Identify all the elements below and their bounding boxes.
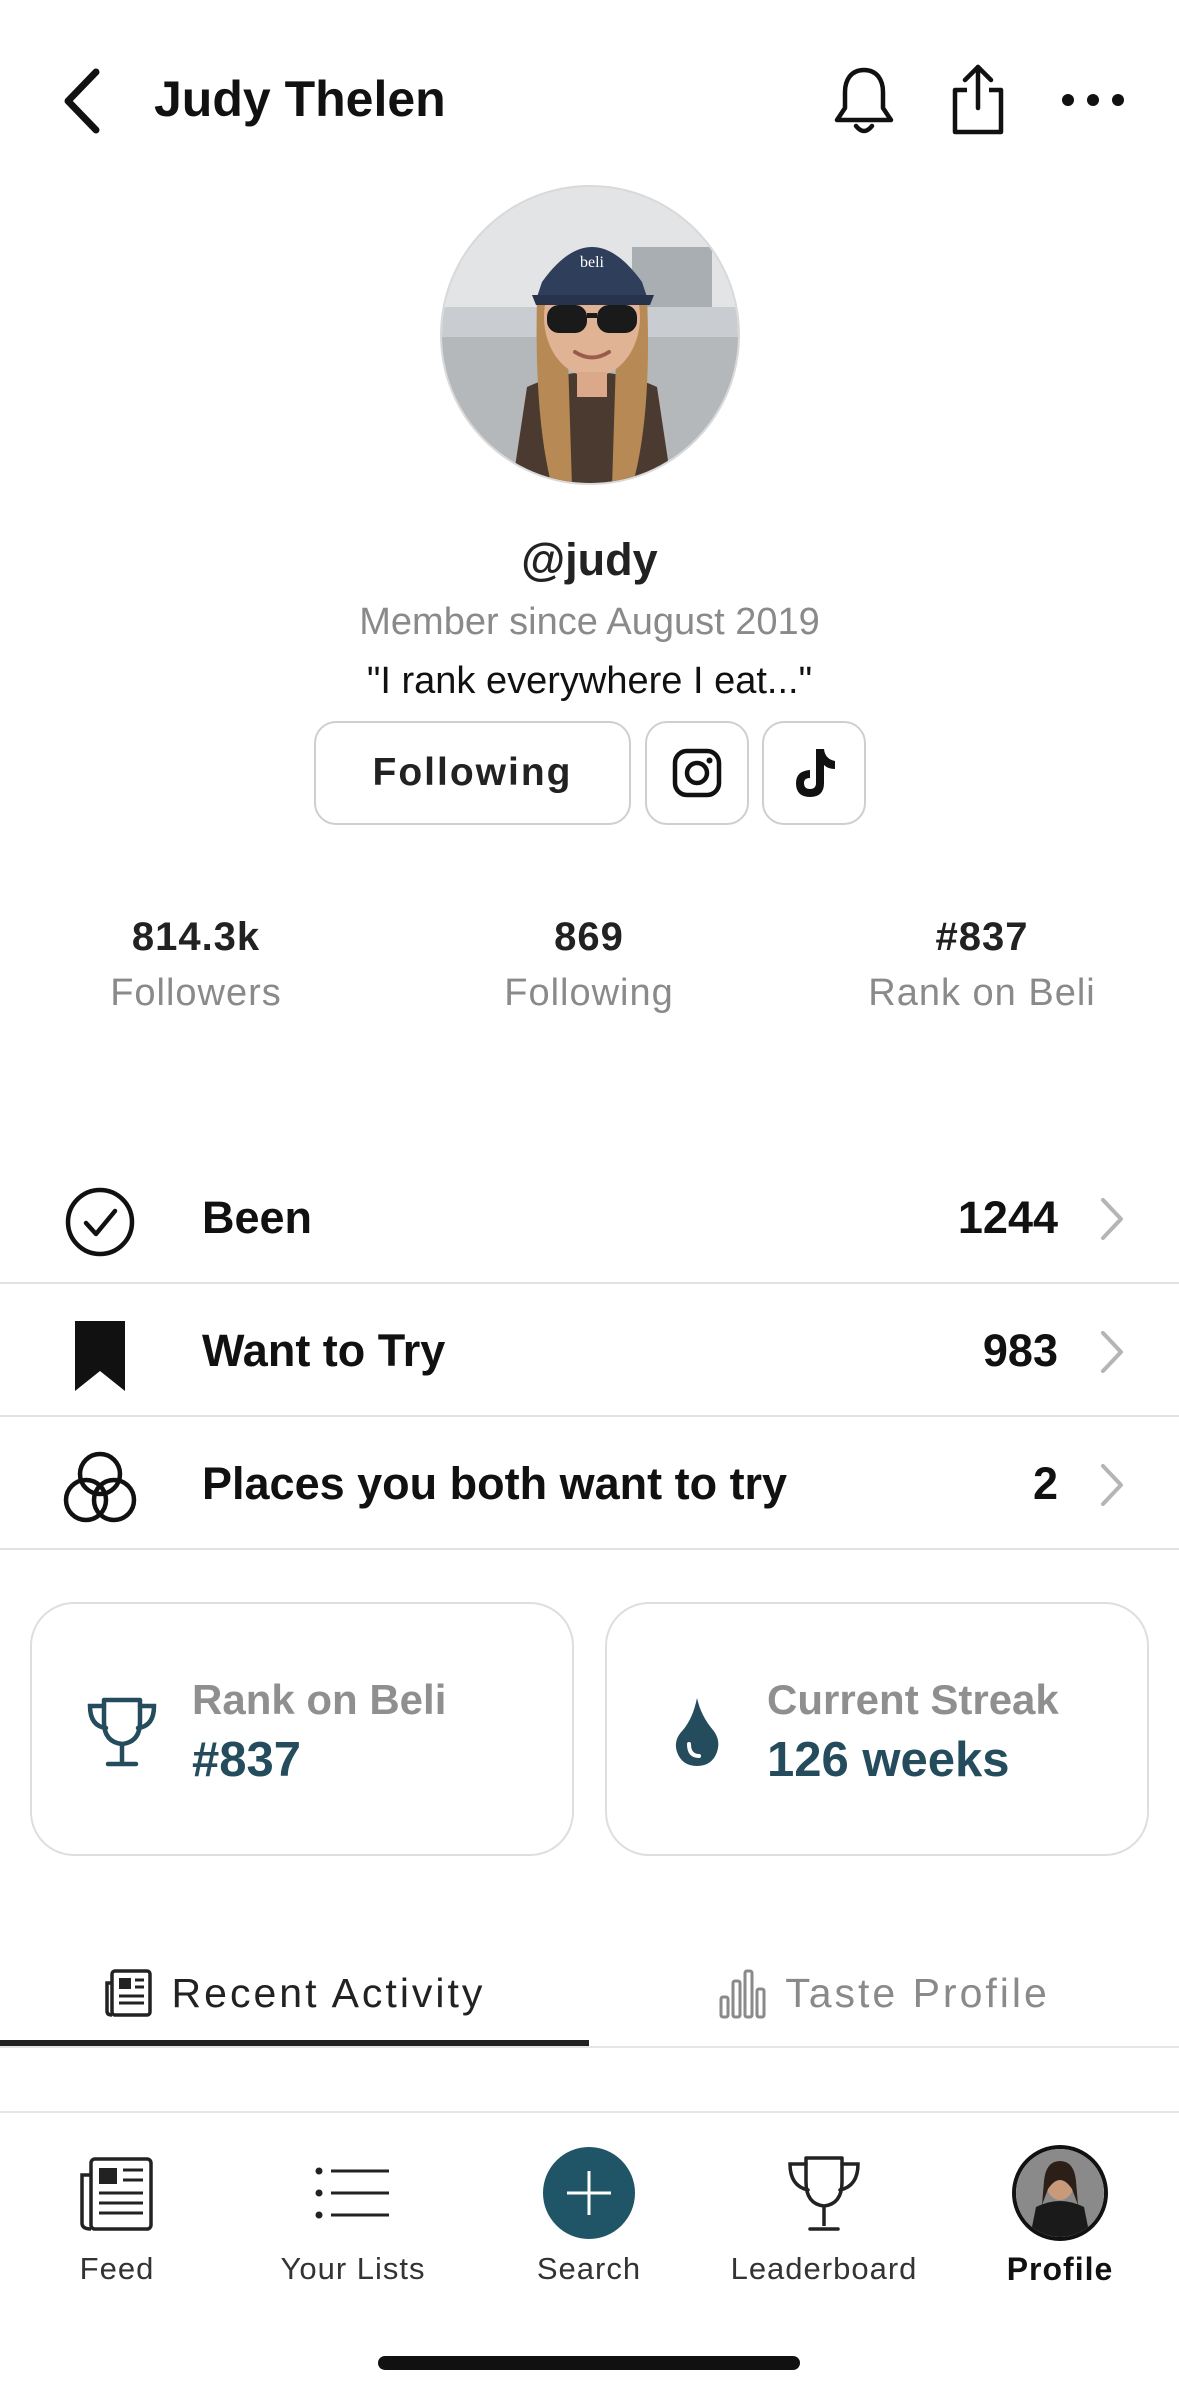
followers-count: 814.3k: [131, 915, 261, 959]
nav-search[interactable]: Search: [479, 2143, 699, 2287]
rank-card-label: Rank on Beli: [192, 1676, 447, 1723]
profile-bio: "I rank everywhere I eat...": [366, 660, 813, 702]
shared-want-to-try-count: 2: [1032, 1458, 1058, 1509]
chevron-left-icon: [64, 68, 100, 134]
bar-chart-icon: [719, 1969, 766, 2019]
tiktok-button[interactable]: [762, 721, 866, 825]
chevron-right-icon: [1101, 1198, 1123, 1240]
instagram-icon: [672, 748, 722, 798]
streak-card-value: 126 weeks: [767, 1733, 1010, 1787]
tiktok-icon: [796, 749, 835, 797]
instagram-button[interactable]: [645, 721, 749, 825]
nav-leaderboard-label: Leaderboard: [730, 2251, 918, 2286]
streak-card[interactable]: Current Streak 126 weeks: [605, 1602, 1149, 1856]
rank-card[interactable]: Rank on Beli #837: [30, 1602, 574, 1856]
been-label: Been: [202, 1192, 313, 1243]
home-indicator: [378, 2356, 800, 2370]
tab-taste-profile[interactable]: Taste Profile: [589, 1940, 1178, 2046]
tab-taste-profile-label: Taste Profile: [785, 1969, 1050, 2016]
page-title: Judy Thelen: [154, 71, 446, 127]
top-bar: Judy Thelen: [0, 0, 1179, 200]
nav-feed[interactable]: Feed: [7, 2143, 227, 2287]
tab-divider: [0, 2046, 1179, 2048]
flame-icon: [675, 1698, 719, 1766]
nav-your-lists-label: Your Lists: [280, 2251, 426, 2286]
username-handle: @judy: [521, 534, 658, 585]
bottom-nav: Feed Your Lists Search Leaderboard Profi…: [0, 2111, 1179, 2396]
profile-photo-image: beli: [442, 187, 738, 483]
share-icon: [952, 64, 1004, 135]
list-row-want-to-try[interactable]: Want to Try 983: [0, 1285, 1179, 1417]
profile-avatar[interactable]: beli: [440, 185, 740, 485]
tab-recent-activity-label: Recent Activity: [171, 1969, 486, 2016]
feed-icon: [80, 2157, 153, 2231]
share-button[interactable]: [943, 62, 1013, 138]
streak-card-label: Current Streak: [767, 1676, 1059, 1723]
bookmark-icon: [75, 1321, 125, 1391]
profile-thumbnail-image: [1016, 2149, 1104, 2237]
tab-recent-activity[interactable]: Recent Activity: [0, 1940, 589, 2046]
check-circle-icon: [65, 1187, 135, 1257]
following-count: 869: [554, 915, 624, 959]
nav-profile[interactable]: Profile: [950, 2143, 1170, 2288]
bell-icon: [834, 67, 894, 134]
nav-profile-label: Profile: [1006, 2251, 1114, 2287]
nav-leaderboard[interactable]: Leaderboard: [714, 2143, 934, 2287]
following-button[interactable]: Following: [314, 721, 631, 825]
more-options-button[interactable]: [1058, 62, 1128, 138]
nav-feed-label: Feed: [79, 2251, 155, 2286]
search-button[interactable]: [543, 2147, 635, 2239]
list-icon: [315, 2167, 389, 2219]
back-button[interactable]: [58, 66, 108, 136]
rank-card-value: #837: [192, 1733, 302, 1787]
rank-value: #837: [935, 915, 1029, 959]
plus-icon: [567, 2171, 611, 2215]
shared-want-to-try-label: Places you both want to try: [202, 1458, 788, 1509]
list-row-been[interactable]: Been 1244: [0, 1152, 1179, 1284]
list-row-shared-want-to-try[interactable]: Places you both want to try 2: [0, 1418, 1179, 1550]
chevron-right-icon: [1101, 1464, 1123, 1506]
overlap-circles-icon: [63, 1451, 137, 1523]
following-label: Following: [504, 972, 674, 1014]
followers-stat[interactable]: 814.3k Followers: [46, 915, 346, 1015]
trophy-icon: [87, 1697, 157, 1767]
want-to-try-label: Want to Try: [202, 1325, 446, 1376]
avatar: [1012, 2145, 1108, 2241]
more-horizontal-icon: [1062, 94, 1124, 106]
trophy-icon: [788, 2156, 860, 2231]
want-to-try-count: 983: [982, 1325, 1058, 1376]
been-count: 1244: [957, 1192, 1058, 1243]
nav-search-label: Search: [536, 2251, 642, 2286]
member-since-text: Member since August 2019: [359, 601, 820, 643]
notifications-button[interactable]: [829, 62, 899, 138]
following-stat[interactable]: 869 Following: [439, 915, 739, 1015]
rank-label: Rank on Beli: [868, 972, 1096, 1014]
newspaper-icon: [104, 1969, 152, 2017]
nav-your-lists[interactable]: Your Lists: [243, 2143, 463, 2287]
rank-stat[interactable]: #837 Rank on Beli: [832, 915, 1132, 1015]
chevron-right-icon: [1101, 1331, 1123, 1373]
svg-text:beli: beli: [580, 254, 605, 271]
followers-label: Followers: [110, 972, 282, 1014]
